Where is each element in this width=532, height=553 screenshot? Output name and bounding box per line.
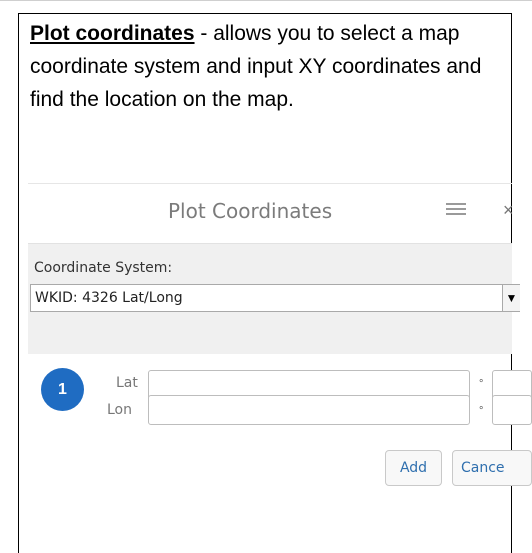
plot-coordinates-heading: Plot coordinates bbox=[30, 22, 195, 45]
coordinate-system-label: Coordinate System: bbox=[34, 260, 173, 276]
hamburger-menu-icon[interactable] bbox=[446, 203, 466, 217]
intro-paragraph: Plot coordinates - allows you to select … bbox=[30, 17, 508, 116]
lon-label: Lon bbox=[107, 402, 132, 418]
point-number-badge: 1 bbox=[41, 368, 84, 411]
lon-input[interactable] bbox=[148, 395, 470, 425]
lon-minutes-input[interactable] bbox=[492, 395, 532, 425]
chevron-down-icon[interactable]: ▼ bbox=[502, 285, 520, 311]
coordinate-system-select[interactable]: WKID: 4326 Lat/Long ▼ bbox=[30, 284, 520, 312]
cancel-button[interactable]: Cance bbox=[452, 450, 532, 486]
coordinate-system-value: WKID: 4326 Lat/Long bbox=[35, 290, 183, 306]
add-button[interactable]: Add bbox=[385, 450, 442, 486]
lon-degree-symbol: ° bbox=[479, 405, 484, 417]
panel-title: Plot Coordinates bbox=[168, 199, 333, 223]
close-icon[interactable]: × bbox=[503, 200, 514, 221]
panel-header-divider bbox=[28, 183, 512, 184]
lat-label: Lat bbox=[116, 375, 138, 391]
page-top-divider bbox=[0, 0, 532, 1]
lat-degree-symbol: ° bbox=[479, 378, 484, 390]
